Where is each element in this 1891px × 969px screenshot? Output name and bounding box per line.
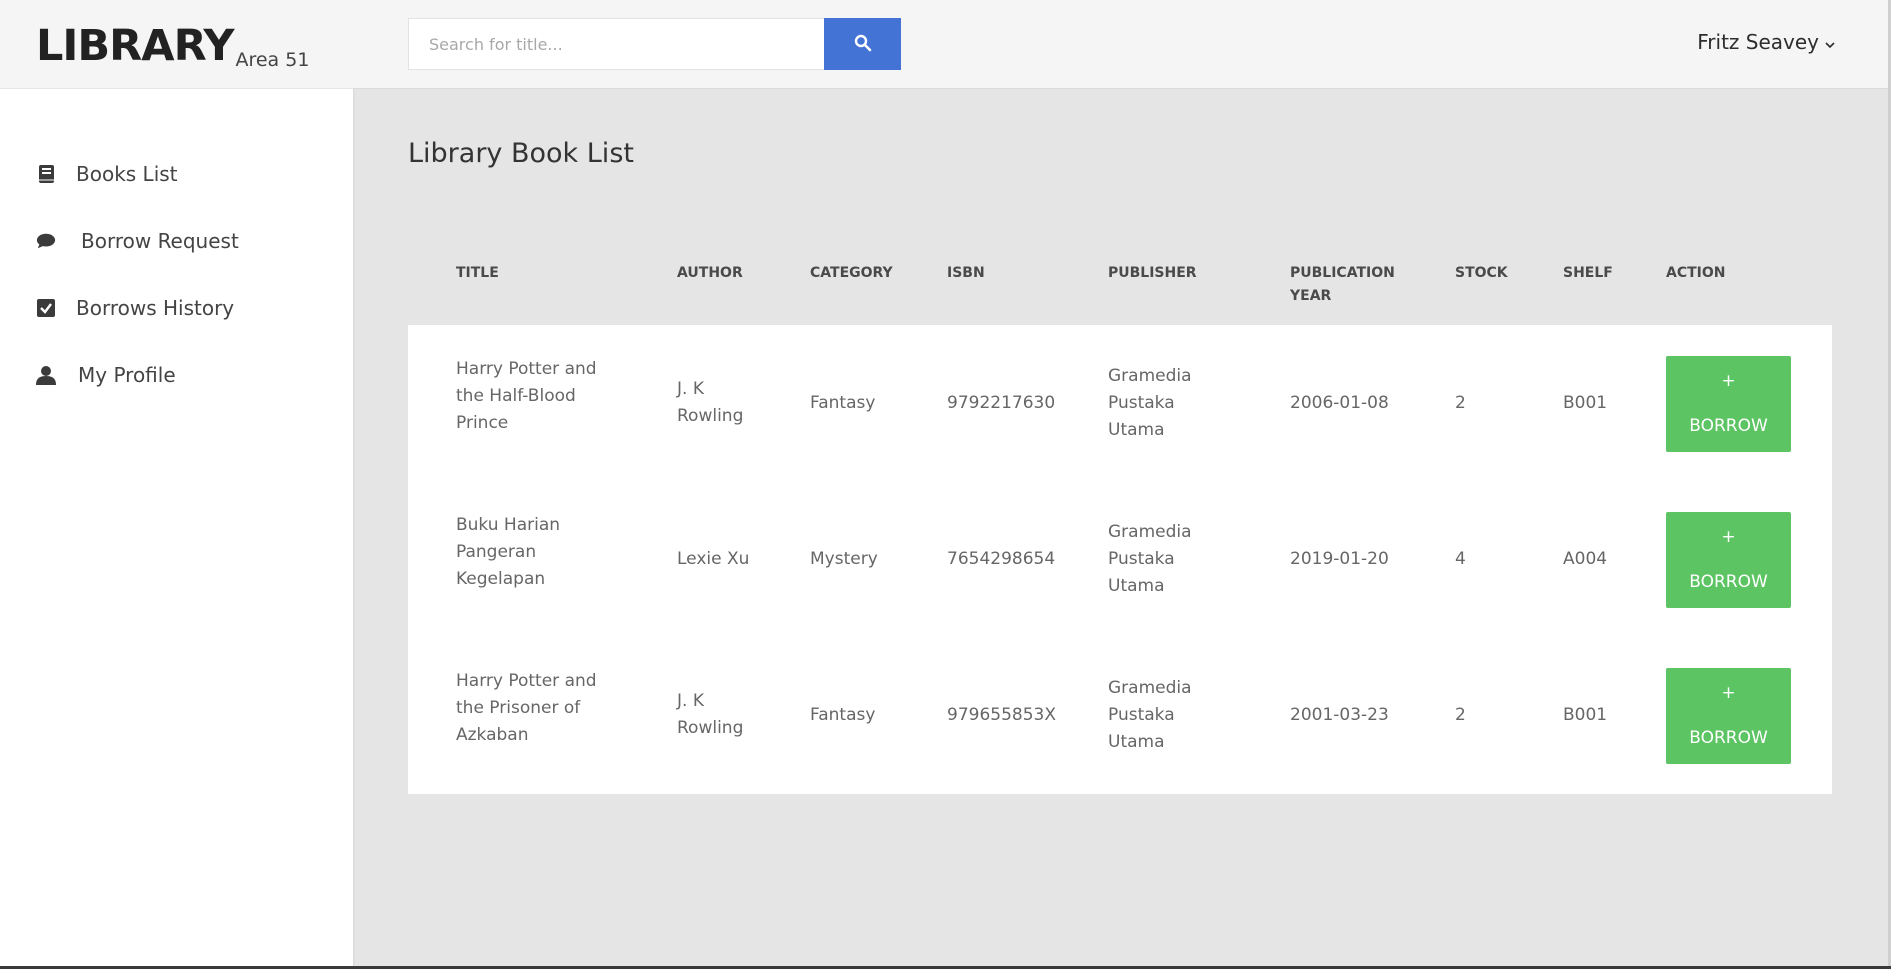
table-header: TITLE AUTHOR CATEGORY ISBN PUBLISHER PUB… [408,262,1832,322]
brand[interactable]: LIBRARY Area 51 [0,0,353,89]
sidebar-item-books-list[interactable]: Books List [0,140,353,207]
column-header-publication-year: PUBLICATION YEAR [1290,262,1395,308]
table-row: Buku Harian Pangeran Kegelapan Lexie Xu … [408,481,1832,637]
sidebar-nav: Books List Borrow Request Borrows Histor… [0,140,353,408]
column-header-stock: STOCK [1455,265,1508,281]
column-header-shelf: SHELF [1563,265,1613,281]
cell-isbn: 9792217630 [947,393,1056,413]
user-menu[interactable]: Fritz Seavey [1697,30,1835,54]
cell-line: Rowling [677,718,744,738]
cell-publisher: Gramedia Pustaka Utama [1108,675,1192,756]
cell-title: Harry Potter and the Half-Blood Prince [456,356,597,437]
plus-icon: + [1721,683,1736,703]
cell-line: J. K [677,691,704,711]
page-title: Library Book List [408,138,634,169]
cell-year: 2019-01-20 [1290,549,1389,569]
search-input[interactable] [408,18,824,70]
table-row: Harry Potter and the Prisoner of Azkaban… [408,637,1832,793]
cell-title: Buku Harian Pangeran Kegelapan [456,512,560,593]
cell-line: Pustaka [1108,393,1175,413]
cell-line: Utama [1108,576,1165,596]
cell-line: Utama [1108,732,1165,752]
cell-line: J. K [677,379,704,399]
column-header-action: ACTION [1666,265,1726,281]
cell-line: Prince [456,413,509,433]
borrow-button[interactable]: + BORROW [1666,512,1791,608]
brand-subtitle: Area 51 [235,49,310,71]
user-icon [36,365,56,385]
sidebar-item-label: My Profile [78,362,176,387]
cell-publisher: Gramedia Pustaka Utama [1108,519,1192,600]
plus-icon: + [1721,371,1736,391]
search-button[interactable] [824,18,901,70]
checkbox-icon [36,298,56,318]
search-icon [854,34,872,55]
table-row: Harry Potter and the Half-Blood Prince J… [408,325,1832,481]
sidebar-item-label: Borrow Request [81,228,239,253]
cell-line: Buku Harian [456,515,561,535]
sidebar-item-borrow-request[interactable]: Borrow Request [0,207,353,274]
column-header-line: YEAR [1290,288,1332,304]
book-icon [36,164,56,184]
cell-line: Lexie Xu [677,549,750,569]
cell-line: Harry Potter and [456,671,597,691]
cell-category: Mystery [810,549,878,569]
cell-author: Lexie Xu [677,546,749,573]
chevron-down-icon [1825,30,1835,54]
cell-line: Kegelapan [456,569,546,589]
column-header-category: CATEGORY [810,265,893,281]
cell-stock: 2 [1455,705,1466,725]
cell-year: 2006-01-08 [1290,393,1389,413]
cell-line: Harry Potter and [456,359,597,379]
column-header-title: TITLE [456,265,499,281]
column-header-author: AUTHOR [677,265,743,281]
cell-line: Gramedia [1108,522,1192,542]
cell-line: Azkaban [456,725,529,745]
sidebar-item-label: Borrows History [76,295,235,320]
cell-line: Gramedia [1108,366,1192,386]
sidebar-item-my-profile[interactable]: My Profile [0,341,353,408]
cell-line: Pangeran [456,542,537,562]
cell-isbn: 7654298654 [947,549,1056,569]
cell-year: 2001-03-23 [1290,705,1389,725]
cell-author: J. K Rowling [677,376,743,430]
cell-shelf: A004 [1563,549,1608,569]
borrow-button[interactable]: + BORROW [1666,668,1791,764]
cell-shelf: B001 [1563,705,1608,725]
chat-bubble-icon [36,231,56,251]
cell-category: Fantasy [810,393,876,413]
cell-author: J. K Rowling [677,688,743,742]
cell-line: Pustaka [1108,549,1175,569]
book-table: Harry Potter and the Half-Blood Prince J… [408,325,1832,794]
plus-icon: + [1721,527,1736,547]
cell-line: Rowling [677,406,744,426]
cell-stock: 4 [1455,549,1466,569]
sidebar: LIBRARY Area 51 Books List Borrow Reques… [0,0,353,969]
sidebar-item-borrows-history[interactable]: Borrows History [0,274,353,341]
sidebar-item-label: Books List [76,161,178,186]
cell-stock: 2 [1455,393,1466,413]
borrow-label: BORROW [1689,728,1768,748]
cell-isbn: 979655853X [947,705,1056,725]
column-header-isbn: ISBN [947,265,985,281]
cell-title: Harry Potter and the Prisoner of Azkaban [456,668,597,749]
borrow-label: BORROW [1689,572,1768,592]
cell-line: Utama [1108,420,1165,440]
cell-line: the Half-Blood [456,386,576,406]
borrow-button[interactable]: + BORROW [1666,356,1791,452]
cell-line: the Prisoner of [456,698,581,718]
cell-line: Pustaka [1108,705,1175,725]
cell-publisher: Gramedia Pustaka Utama [1108,363,1192,444]
user-name: Fritz Seavey [1697,30,1819,54]
cell-line: Gramedia [1108,678,1192,698]
cell-shelf: B001 [1563,393,1608,413]
top-bar: Fritz Seavey [353,0,1891,89]
cell-category: Fantasy [810,705,876,725]
column-header-publisher: PUBLISHER [1108,265,1197,281]
borrow-label: BORROW [1689,416,1768,436]
brand-name: LIBRARY [36,21,234,71]
column-header-line: PUBLICATION [1290,265,1395,281]
